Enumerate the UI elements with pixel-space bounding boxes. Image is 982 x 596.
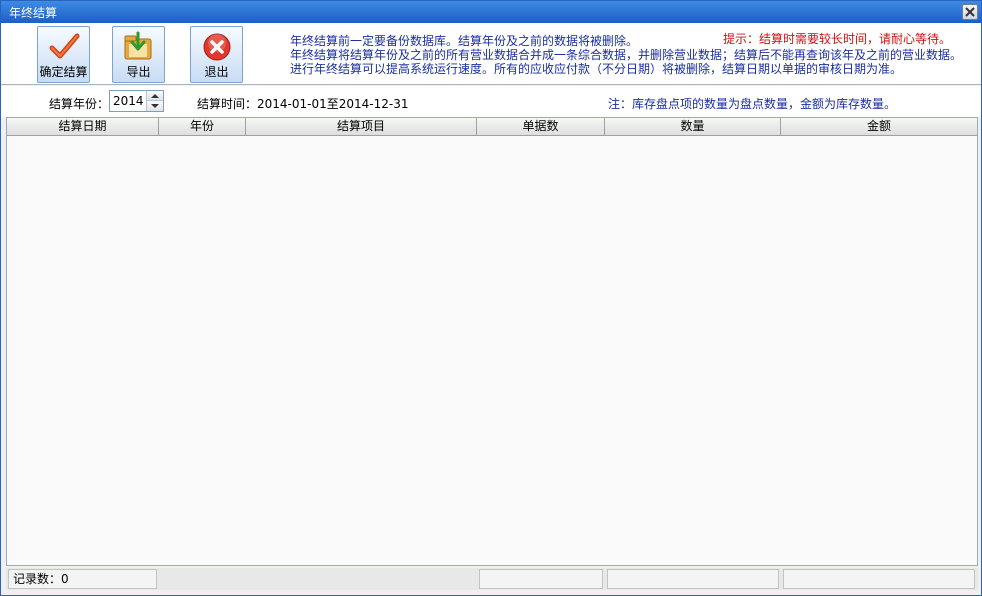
record-count: 记录数：0: [8, 569, 157, 589]
time-value: 2014-01-01至2014-12-31: [257, 97, 409, 111]
info-line-2: 年终结算将结算年份及之前的所有营业数据合并成一条综合数据，并删除营业数据；结算后…: [290, 48, 963, 62]
year-decrement-button[interactable]: [147, 101, 163, 111]
checkmark-icon: [49, 33, 79, 59]
status-cell-amount: [783, 569, 975, 589]
info-line-1: 年终结算前一定要备份数据库。结算年份及之前的数据将被删除。: [290, 34, 639, 48]
column-header-amount[interactable]: 金额: [781, 118, 977, 136]
toolbar: 确定结算 导出 退出 年终结算前一定要备份数据库。结算年份及之前的数据将被删除。…: [1, 23, 981, 85]
status-bar: 记录数：0: [6, 568, 978, 590]
year-label: 结算年份：: [49, 97, 110, 111]
confirm-settlement-label: 确定结算: [39, 65, 88, 79]
info-line-3: 进行年终结算可以提高系统运行速度。所有的应收应付款（不分日期）将被删除，结算日期…: [290, 62, 903, 76]
year-value[interactable]: 2014: [113, 94, 144, 108]
settlement-params: 结算年份： 2014 结算时间： 2014-01-01至2014-12-31 注…: [1, 86, 981, 117]
exit-icon: [203, 33, 230, 61]
year-stepper[interactable]: 2014: [109, 90, 164, 112]
time-label: 结算时间：: [197, 97, 258, 111]
year-end-settlement-window: 年终结算 确定结算 导出 退出 年终结算前一定要备份数据库。结算年份及之前的数据…: [0, 0, 982, 596]
inventory-note: 注：库存盘点项的数量为盘点数量，金额为库存数量。: [608, 97, 897, 111]
status-cell-doc-count: [479, 569, 603, 589]
arrow-down-icon: [151, 104, 159, 108]
column-header-document-count[interactable]: 单据数: [477, 118, 605, 136]
year-spin-buttons: [146, 91, 163, 111]
export-button[interactable]: 导出: [112, 26, 165, 83]
arrow-up-icon: [151, 94, 159, 98]
settlement-table[interactable]: 结算日期 年份 结算项目 单据数 数量 金额: [6, 117, 978, 566]
exit-label: 退出: [204, 65, 229, 79]
title-bar[interactable]: 年终结算: [1, 1, 981, 23]
window-title: 年终结算: [9, 6, 58, 20]
column-header-settlement-date[interactable]: 结算日期: [7, 118, 159, 136]
exit-button[interactable]: 退出: [190, 26, 243, 83]
column-header-quantity[interactable]: 数量: [605, 118, 781, 136]
close-button[interactable]: [962, 4, 978, 20]
export-label: 导出: [126, 65, 151, 79]
confirm-settlement-button[interactable]: 确定结算: [37, 26, 90, 83]
hint-text: 提示：结算时需要较长时间，请耐心等待。: [723, 32, 952, 46]
column-header-year[interactable]: 年份: [159, 118, 246, 136]
status-cell-quantity: [607, 569, 779, 589]
year-increment-button[interactable]: [147, 91, 163, 101]
export-folder-icon: [124, 31, 151, 60]
table-header: 结算日期 年份 结算项目 单据数 数量 金额: [7, 118, 977, 136]
column-header-settlement-item[interactable]: 结算项目: [246, 118, 477, 136]
close-icon: [965, 7, 975, 17]
